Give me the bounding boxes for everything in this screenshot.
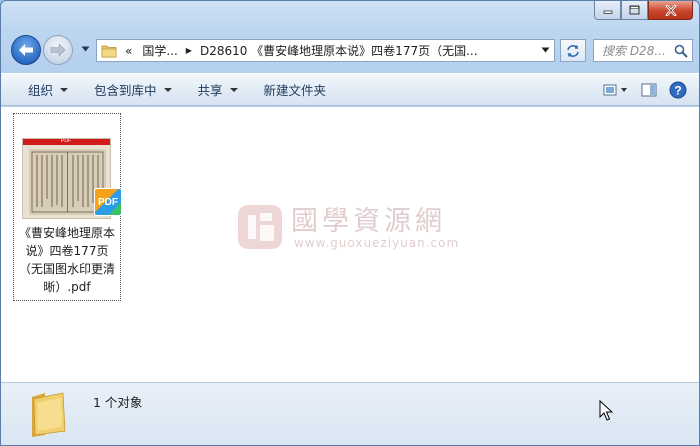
view-options-icon[interactable] [603,83,629,97]
address-dropdown-icon[interactable] [541,47,550,53]
new-folder-button[interactable]: 新建文件夹 [251,74,340,105]
organize-label: 组织 [28,83,54,98]
preview-pane-icon[interactable] [641,83,657,97]
new-folder-label: 新建文件夹 [263,83,327,98]
breadcrumb-overflow[interactable]: « [125,44,132,58]
chevron-down-icon [163,87,172,92]
minimize-button[interactable] [594,1,621,20]
back-button[interactable] [11,35,41,65]
organize-button[interactable]: 组织 [15,74,81,105]
explorer-window: « 国学... ▶ D28610 《曹安峰地理原本说》四卷177页（无国... … [0,0,700,446]
view-controls: ? [603,74,687,105]
details-pane: 1 个对象 [1,382,699,445]
maximize-icon [629,5,640,15]
navigation-row: « 国学... ▶ D28610 《曹安峰地理原本说》四卷177页（无国... … [9,35,693,65]
close-icon [665,4,676,16]
include-in-library-button[interactable]: 包含到库中 [81,74,185,105]
command-bar: 组织 包含到库中 共享 新建文件夹 ? [1,73,699,106]
minimize-icon [603,10,612,14]
address-bar[interactable]: « 国学... ▶ D28610 《曹安峰地理原本说》四卷177页（无国... [96,39,555,62]
pdf-file-icon: PDF [94,188,122,216]
breadcrumb-separator-icon[interactable]: ▶ [186,46,192,55]
forward-button[interactable] [43,35,73,65]
chevron-down-icon [229,87,238,92]
maximize-button[interactable] [621,1,648,20]
help-icon[interactable]: ? [669,81,687,99]
pdf-thumbnail: PDF PDF [22,138,122,219]
file-name-label[interactable]: 《曹安峰地理原本说》四卷177页（无国图水印更清晰）.pdf [15,224,119,296]
file-list-area[interactable]: PDF PDF 《曹安峰地理原本说》四卷177页（无国图水印更清晰）.pdf 國… [1,107,699,382]
chevron-down-icon [60,87,69,92]
refresh-button[interactable] [560,39,586,62]
share-label: 共享 [197,83,223,98]
search-input[interactable]: 搜索 D28... [593,39,693,62]
watermark-url: www.guoxueziyuan.com [294,236,460,250]
include-in-library-label: 包含到库中 [94,83,157,98]
mouse-cursor-icon [599,400,613,421]
search-icon[interactable] [674,44,688,58]
share-button[interactable]: 共享 [185,74,251,105]
breadcrumb-item-root[interactable]: 国学... [142,42,177,59]
folder-icon [101,44,117,58]
arrow-left-icon [19,44,33,56]
breadcrumb-item-current[interactable]: D28610 《曹安峰地理原本说》四卷177页（无国... [200,42,478,59]
folder-icon-large [32,392,66,437]
watermark-seal-icon [238,205,282,249]
arrow-right-icon [50,43,66,57]
thumbnail-label: PDF [61,138,71,144]
file-item[interactable]: PDF PDF 《曹安峰地理原本说》四卷177页（无国图水印更清晰）.pdf [13,113,122,301]
item-count: 1 个对象 [93,395,143,410]
svg-text:?: ? [674,83,681,97]
watermark: 國學資源網 www.guoxueziyuan.com [236,199,466,251]
close-button[interactable] [648,1,693,20]
refresh-icon [567,44,579,57]
search-placeholder: 搜索 D28... [602,44,666,58]
watermark-title: 國學資源網 [291,206,446,237]
recent-pages-dropdown-icon[interactable] [81,46,90,52]
caption-buttons [594,1,693,20]
